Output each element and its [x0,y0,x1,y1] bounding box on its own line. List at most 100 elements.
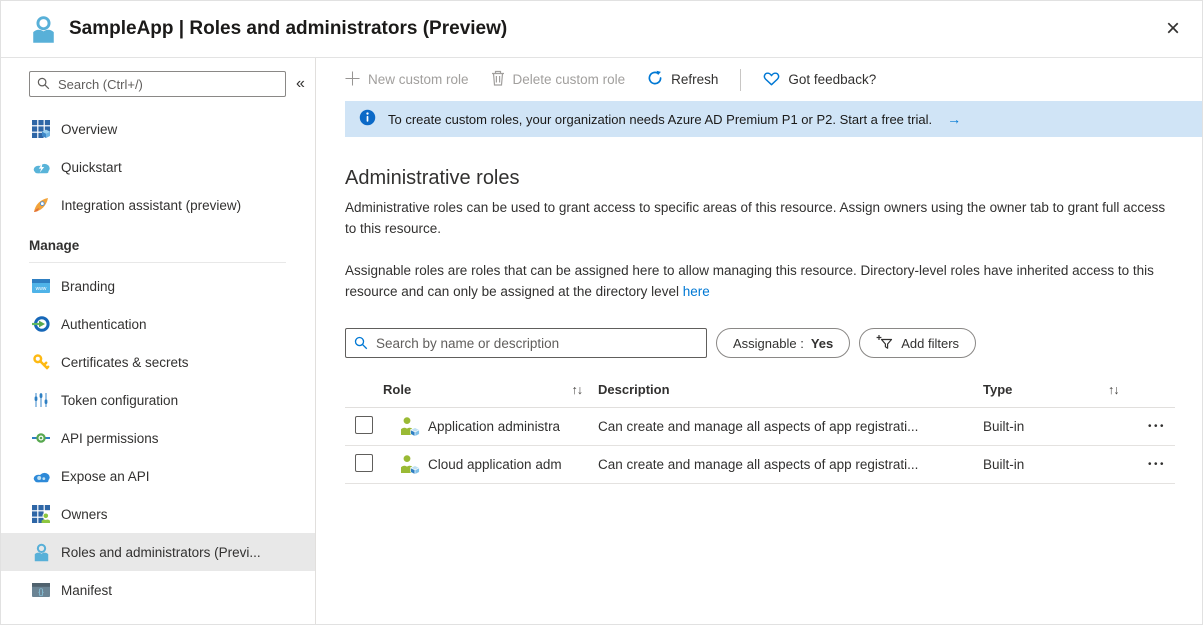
got-feedback-button[interactable]: Got feedback? [763,71,876,89]
manifest-icon: {} [31,583,51,597]
sidebar-item-label: Token configuration [61,393,178,408]
role-person-cube-icon [398,454,420,476]
sidebar-divider [29,262,286,263]
role-type: Built-in [983,419,1108,434]
manage-section-label: Manage [1,230,315,260]
refresh-icon [647,70,663,89]
page-title: SampleApp | Roles and administrators (Pr… [69,18,1166,40]
delete-custom-role-button[interactable]: Delete custom role [491,70,626,89]
roles-table: Role ↑↓ Description Type ↑↓ [345,372,1175,484]
role-column-header[interactable]: Role ↑↓ [383,382,598,397]
add-filter-funnel-icon [876,334,894,353]
authentication-icon [31,315,51,333]
command-bar: New custom role Delete custom role Refre… [316,58,1202,101]
sidebar-item-api-permissions[interactable]: API permissions [1,419,315,457]
type-sort[interactable]: ↑↓ [1108,382,1148,397]
heart-icon [763,71,780,89]
new-custom-role-button[interactable]: New custom role [345,71,469,89]
role-cell: Application administra [383,416,598,438]
key-icon [31,353,51,371]
info-banner: To create custom roles, your organizatio… [345,101,1202,137]
banner-arrow-link[interactable]: → [947,111,961,127]
sidebar-search-input[interactable] [29,71,286,97]
search-icon [37,77,50,95]
sidebar-item-integration-assistant[interactable]: Integration assistant (preview) [1,186,315,224]
svg-text:www: www [36,286,47,292]
api-permissions-icon [31,432,51,444]
intro-paragraph: Administrative roles can be used to gran… [345,197,1175,239]
description-column-header[interactable]: Description [598,382,983,397]
assignable-paragraph: Assignable roles are roles that can be a… [345,260,1175,302]
info-icon [359,109,376,129]
refresh-button[interactable]: Refresh [647,70,718,89]
sidebar-item-manifest[interactable]: {} Manifest [1,571,315,609]
assignable-filter-pill[interactable]: Assignable : Yes [716,328,850,358]
roles-search-input[interactable] [345,328,707,358]
sidebar-item-quickstart[interactable]: Quickstart [1,148,315,186]
plus-icon [345,71,360,89]
section-heading: Administrative roles [345,167,1175,190]
collapse-sidebar-icon[interactable]: « [296,75,305,93]
sidebar-item-branding[interactable]: www Branding [1,267,315,305]
panel-header: SampleApp | Roles and administrators (Pr… [1,1,1202,58]
owners-grid-person-icon [31,505,51,523]
row-menu-icon[interactable]: ••• [1148,459,1182,470]
roles-search [345,328,707,358]
panel-body: « Overview Quickstart [1,58,1202,624]
sidebar-item-expose-api[interactable]: Expose an API [1,457,315,495]
row-checkbox-cell [345,416,383,437]
row-checkbox[interactable] [355,454,373,472]
sidebar-item-owners[interactable]: Owners [1,495,315,533]
role-description: Can create and manage all aspects of app… [598,457,983,472]
sidebar-item-label: Quickstart [61,160,122,175]
quickstart-cloud-icon [31,160,51,175]
sidebar-item-authentication[interactable]: Authentication [1,305,315,343]
role-name: Cloud application adm [428,457,562,472]
page-content: Administrative roles Administrative role… [316,137,1202,484]
search-icon [354,336,368,355]
banner-message: To create custom roles, your organizatio… [388,112,932,127]
sort-icon: ↑↓ [1108,383,1119,397]
type-column-header[interactable]: Type [983,382,1108,397]
row-checkbox[interactable] [355,416,373,434]
sidebar-item-label: Overview [61,122,117,137]
role-type: Built-in [983,457,1108,472]
role-name: Application administra [428,419,560,434]
sidebar-item-label: Certificates & secrets [61,355,189,370]
sidebar-search-row: « [1,71,315,97]
sidebar-item-roles-administrators[interactable]: Roles and administrators (Previ... [1,533,315,571]
toolbar-separator [740,69,741,91]
sidebar-item-label: Roles and administrators (Previ... [61,545,261,560]
sort-icon[interactable]: ↑↓ [572,383,583,397]
row-menu-icon[interactable]: ••• [1148,421,1182,432]
table-row[interactable]: Cloud application adm Can create and man… [345,446,1175,484]
table-header: Role ↑↓ Description Type ↑↓ [345,372,1175,408]
assignable-filter-label: Assignable : [733,336,804,351]
here-link[interactable]: here [683,284,710,299]
sidebar-item-token-configuration[interactable]: Token configuration [1,381,315,419]
sidebar: « Overview Quickstart [1,58,316,624]
close-icon[interactable]: × [1166,17,1180,41]
roles-administrators-panel: { "colors": { "accent": "#0078d4", "bann… [0,0,1203,625]
add-filters-label: Add filters [901,336,959,351]
role-person-cube-icon [398,416,420,438]
assignable-filter-value: Yes [811,336,833,351]
sliders-icon [31,391,51,409]
sidebar-item-overview[interactable]: Overview [1,110,315,148]
row-checkbox-cell [345,454,383,475]
sidebar-item-label: Branding [61,279,115,294]
filter-row: Assignable : Yes Add filters [345,328,1175,358]
role-cell: Cloud application adm [383,454,598,476]
sidebar-item-certificates-secrets[interactable]: Certificates & secrets [1,343,315,381]
add-filters-pill[interactable]: Add filters [859,328,976,358]
sidebar-item-label: Manifest [61,583,112,598]
branding-browser-icon: www [31,279,51,293]
roles-person-icon [31,543,51,562]
expose-api-cloud-icon [31,469,51,484]
table-row[interactable]: Application administra Can create and ma… [345,408,1175,446]
sidebar-item-label: Owners [61,507,108,522]
sidebar-item-label: Integration assistant (preview) [61,198,241,213]
role-description: Can create and manage all aspects of app… [598,419,983,434]
app-registration-icon [31,15,56,44]
svg-text:{}: {} [38,587,44,596]
